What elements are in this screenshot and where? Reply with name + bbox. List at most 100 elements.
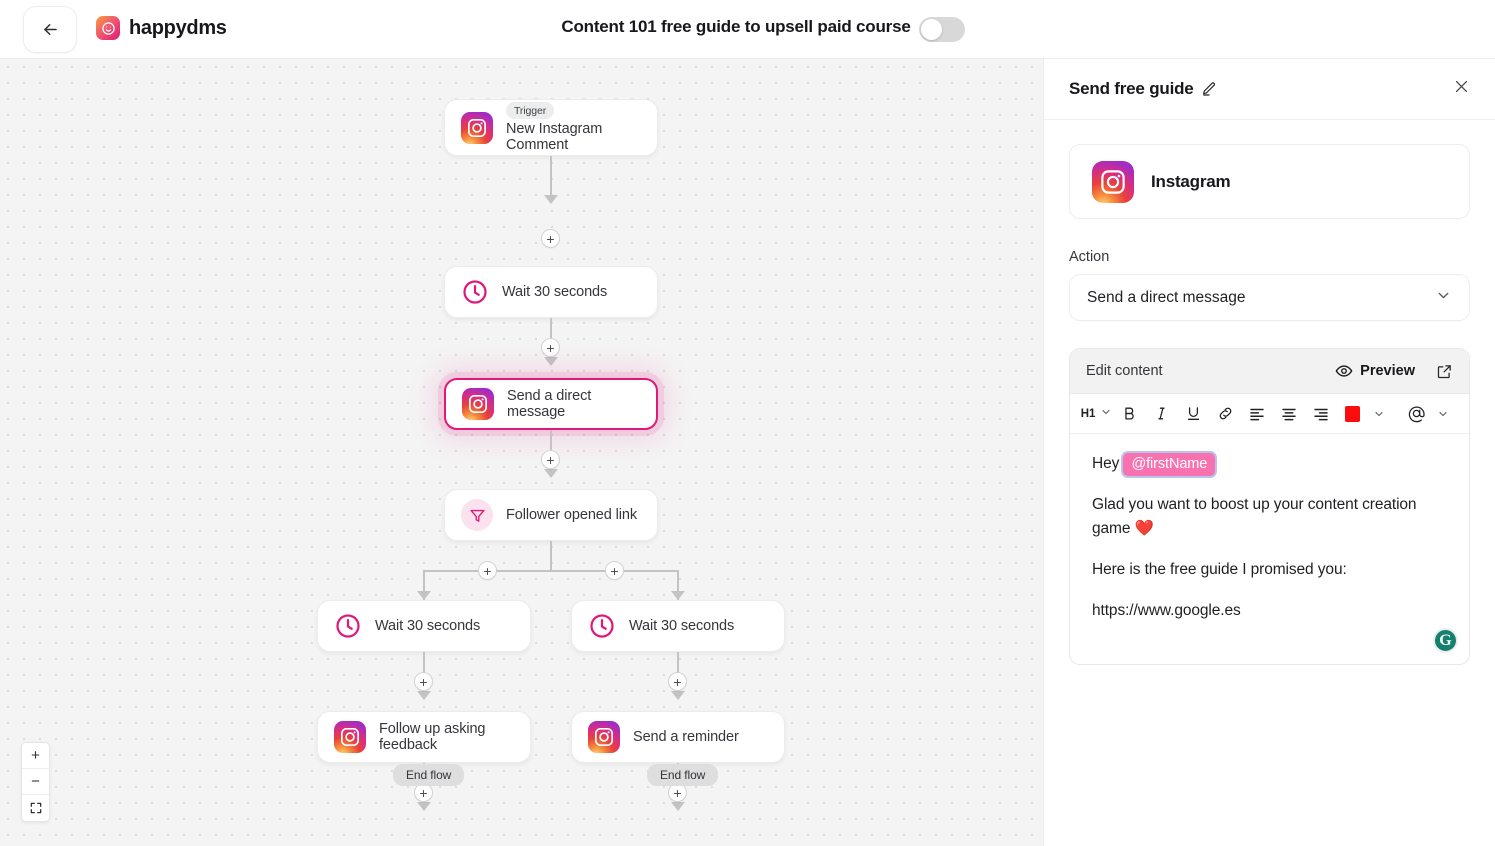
- open-external-button[interactable]: [1436, 363, 1453, 380]
- add-step-button[interactable]: +: [541, 229, 560, 248]
- eye-icon: [1335, 365, 1353, 377]
- message-line-4: https://www.google.es: [1092, 602, 1241, 620]
- flow-node-send-reminder[interactable]: Send a reminder: [571, 711, 785, 763]
- clock-icon: [463, 280, 487, 304]
- at-mention-icon: [1409, 406, 1426, 423]
- align-left-icon: [1250, 408, 1264, 420]
- panel-body: Instagram Action Send a direct message E…: [1044, 120, 1495, 666]
- link-button[interactable]: [1212, 401, 1238, 427]
- filter-icon: [461, 499, 493, 531]
- edge-arrow: [544, 357, 558, 366]
- node-label: Send a reminder: [633, 729, 739, 745]
- italic-button[interactable]: [1148, 401, 1174, 427]
- add-step-button[interactable]: +: [414, 672, 433, 691]
- node-label: New Instagram Comment: [506, 121, 603, 153]
- zoom-in-button[interactable]: +: [22, 743, 49, 769]
- align-center-button[interactable]: [1276, 401, 1302, 427]
- flow-node-wait-right[interactable]: Wait 30 seconds: [571, 600, 785, 652]
- mention-dropdown[interactable]: [1430, 401, 1456, 427]
- flow-node-send-direct-message[interactable]: Send a direct message: [444, 378, 658, 430]
- arrow-left-icon: [43, 23, 57, 36]
- edge-arrow: [671, 802, 685, 811]
- instagram-icon: [461, 111, 493, 144]
- chevron-down-icon: [1375, 411, 1383, 416]
- flow-title: Content 101 free guide to upsell paid co…: [561, 17, 911, 36]
- smiley-icon: [101, 21, 115, 35]
- bold-button[interactable]: [1116, 401, 1142, 427]
- edit-pencil-icon[interactable]: [1201, 81, 1217, 97]
- add-step-button[interactable]: +: [605, 561, 624, 580]
- flow-active-toggle[interactable]: [919, 17, 965, 42]
- text-color-button[interactable]: [1340, 401, 1366, 427]
- action-select-value: Send a direct message: [1087, 288, 1246, 306]
- action-label: Action: [1069, 249, 1110, 265]
- edge-arrow: [544, 469, 558, 478]
- fit-screen-button[interactable]: [22, 795, 49, 821]
- align-right-icon: [1314, 408, 1328, 420]
- node-label: Wait 30 seconds: [629, 618, 735, 634]
- text-color-dropdown[interactable]: [1366, 401, 1392, 427]
- mention-button[interactable]: [1404, 401, 1430, 427]
- panel-header: Send free guide: [1044, 59, 1495, 120]
- align-left-button[interactable]: [1244, 401, 1270, 427]
- add-step-button[interactable]: +: [541, 338, 560, 357]
- edge-arrow: [417, 591, 431, 600]
- content-editor: Edit content Preview H1 Hey @firstName G…: [1069, 348, 1470, 666]
- flow-node-wait-1[interactable]: Wait 30 seconds: [444, 266, 658, 318]
- chevron-down-icon: [1435, 287, 1452, 309]
- add-step-button[interactable]: +: [478, 561, 497, 580]
- end-flow-pill-right: End flow: [647, 764, 719, 786]
- heading-level-dropdown[interactable]: H1: [1081, 401, 1110, 427]
- first-name-token[interactable]: @firstName: [1123, 453, 1216, 476]
- account-name: Instagram: [1151, 171, 1231, 191]
- flow-node-condition[interactable]: Follower opened link: [444, 489, 658, 541]
- brand-name: happydms: [129, 16, 227, 39]
- preview-button[interactable]: Preview: [1335, 362, 1415, 380]
- edit-content-label: Edit content: [1086, 363, 1163, 379]
- clock-icon: [336, 614, 360, 638]
- toggle-knob: [921, 19, 942, 40]
- instagram-icon: [462, 388, 494, 420]
- grammarly-badge-icon[interactable]: G: [1433, 628, 1458, 654]
- add-step-button[interactable]: +: [541, 450, 560, 469]
- end-flow-pill-left: End flow: [393, 764, 465, 786]
- add-step-button[interactable]: +: [668, 672, 687, 691]
- align-right-button[interactable]: [1308, 401, 1334, 427]
- italic-icon: [1157, 407, 1165, 420]
- close-panel-button[interactable]: [1453, 78, 1470, 100]
- message-body[interactable]: Hey @firstName Glad you want to boost up…: [1070, 434, 1469, 664]
- node-label: Follow up asking feedback: [379, 721, 486, 753]
- flow-node-trigger[interactable]: Trigger New Instagram Comment: [444, 99, 658, 156]
- greeting-text: Hey: [1092, 455, 1120, 472]
- instagram-icon: [334, 721, 366, 753]
- chevron-down-icon: [1439, 411, 1447, 416]
- node-label: Wait 30 seconds: [375, 618, 481, 634]
- side-panel: Send free guide Instagram Action Send a …: [1043, 59, 1495, 846]
- flow-canvas[interactable]: Trigger New Instagram Comment + Wait 30 …: [0, 59, 1043, 846]
- node-label: Wait 30 seconds: [502, 284, 608, 300]
- underline-button[interactable]: [1180, 401, 1206, 427]
- panel-title-wrap: Send free guide: [1069, 79, 1217, 99]
- message-line-1: Hey @firstName: [1092, 452, 1447, 476]
- edge: [550, 156, 552, 199]
- flow-node-wait-left[interactable]: Wait 30 seconds: [317, 600, 531, 652]
- back-button[interactable]: [23, 6, 77, 53]
- message-line-2: Glad you want to boost up your content c…: [1092, 496, 1417, 538]
- fit-screen-icon: [30, 802, 41, 814]
- flow-node-follow-up[interactable]: Follow up asking feedback: [317, 711, 531, 763]
- edge-arrow: [544, 195, 558, 204]
- top-bar: happydms Content 101 free guide to upsel…: [0, 0, 1495, 59]
- link-icon: [1219, 407, 1231, 420]
- account-card[interactable]: Instagram: [1069, 144, 1470, 219]
- instagram-icon: [588, 721, 620, 753]
- close-icon: [1455, 80, 1468, 93]
- node-text-stack: Trigger New Instagram Comment: [506, 102, 641, 153]
- edge-arrow: [417, 691, 431, 700]
- action-select[interactable]: Send a direct message: [1069, 274, 1470, 321]
- message-line-3: Here is the free guide I promised you:: [1092, 561, 1347, 579]
- zoom-out-button[interactable]: −: [22, 769, 49, 795]
- flow-graph: Trigger New Instagram Comment + Wait 30 …: [0, 59, 1043, 846]
- bold-icon: [1124, 407, 1134, 420]
- node-label: Send a direct message: [507, 388, 592, 420]
- edge: [550, 541, 552, 571]
